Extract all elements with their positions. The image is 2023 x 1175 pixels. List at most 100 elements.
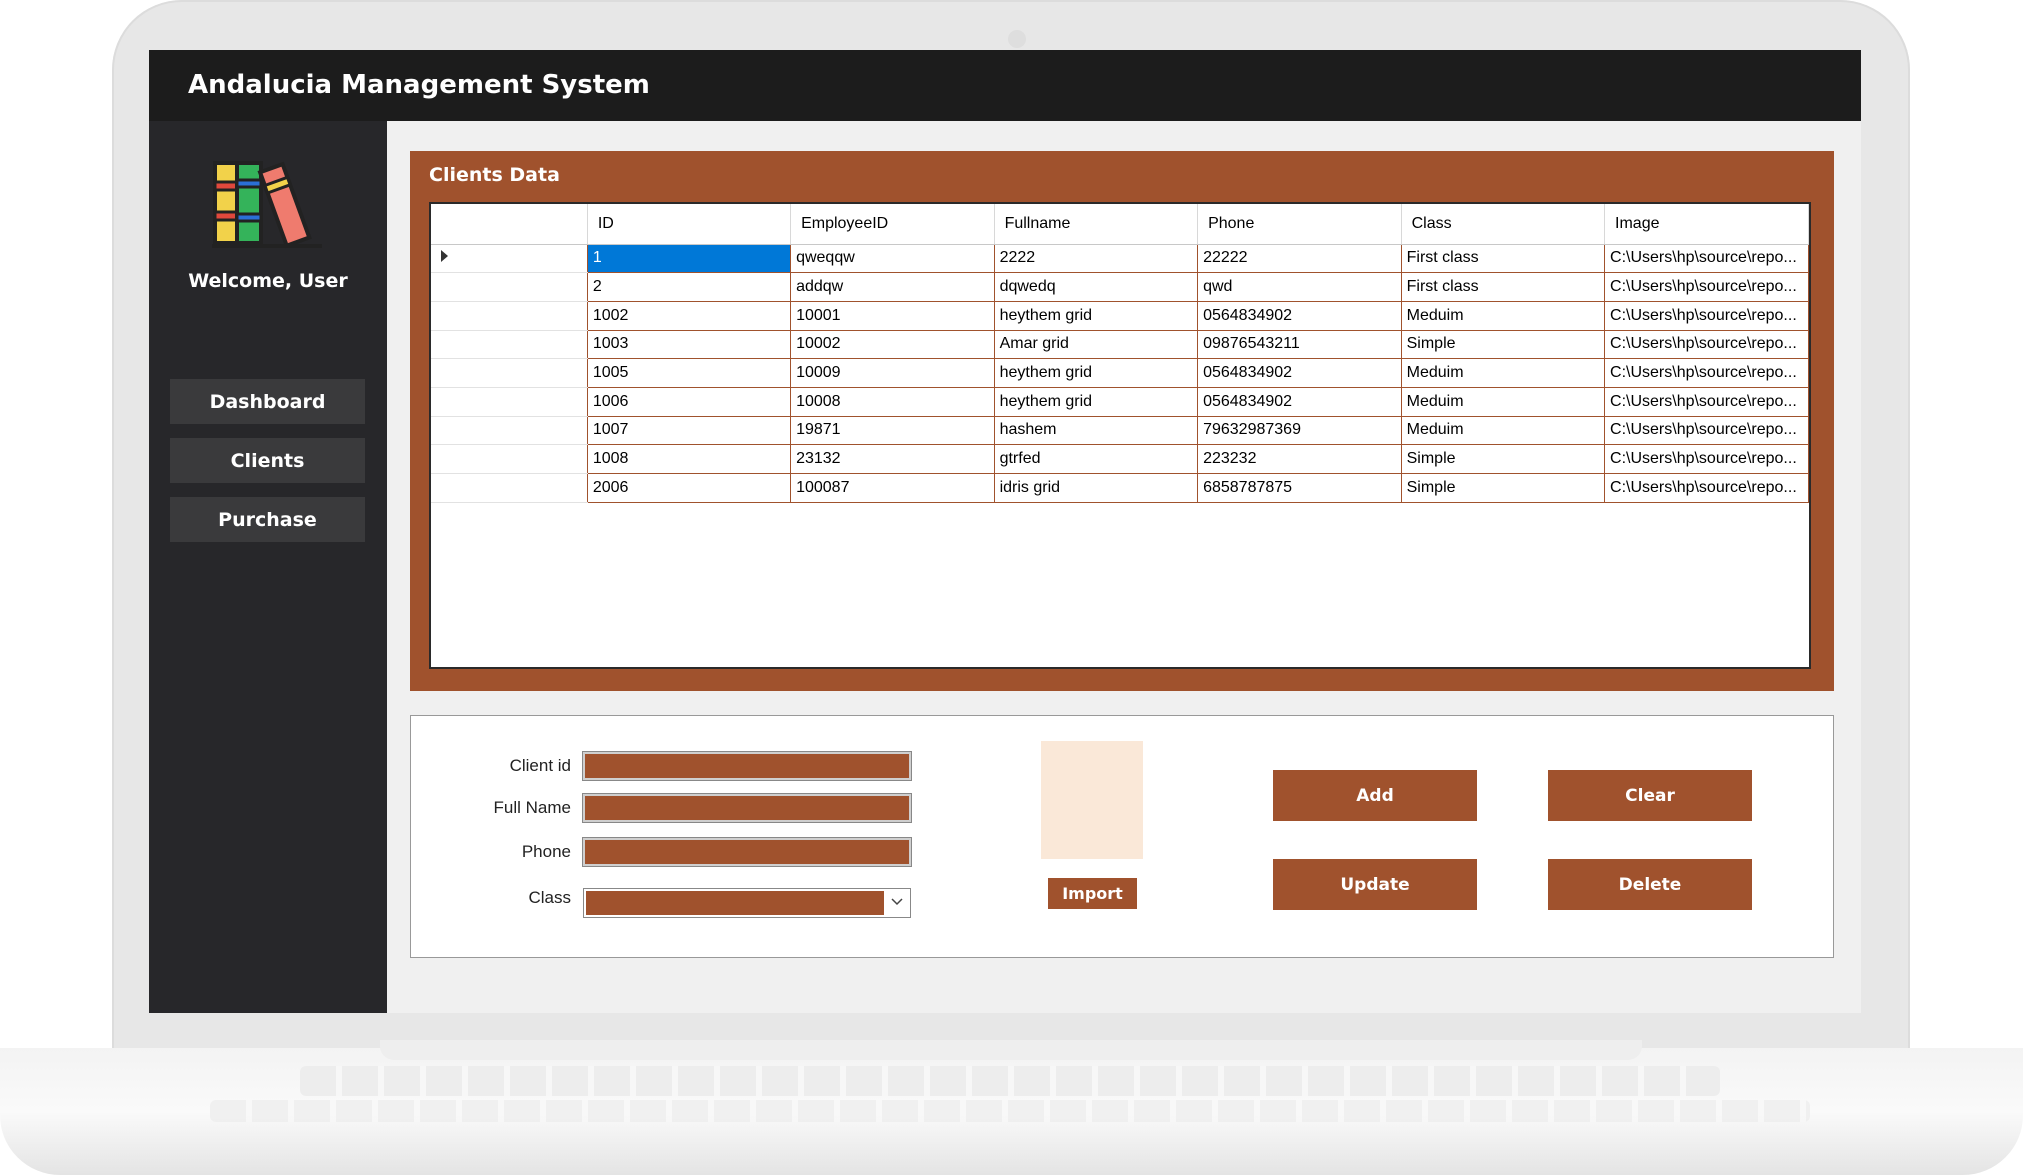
table-cell[interactable]: 10001 — [790, 300, 995, 331]
row-header[interactable] — [431, 473, 588, 503]
table-cell[interactable]: 10002 — [790, 329, 995, 360]
table-cell[interactable]: 19871 — [790, 415, 995, 446]
panel-title: Clients Data — [429, 164, 560, 186]
table-cell[interactable]: 10009 — [790, 358, 995, 388]
delete-button[interactable]: Delete — [1548, 859, 1752, 910]
table-row[interactable]: 1002 10001 heythem grid 0564834902 Meduim C:\… — [431, 300, 1809, 331]
table-header-row: ID EmployeeID Fullname Phone Class Image — [431, 204, 1809, 245]
row-header[interactable] — [431, 272, 588, 302]
row-header[interactable] — [431, 358, 588, 388]
table-cell[interactable]: qweqqw — [790, 243, 995, 274]
table-cell[interactable]: 0564834902 — [1197, 358, 1402, 388]
table-cell[interactable]: C:\Users\hp\source\repo... — [1604, 386, 1809, 417]
table-cell[interactable]: C:\Users\hp\source\repo... — [1604, 473, 1809, 503]
table-cell[interactable]: 0564834902 — [1197, 300, 1402, 331]
clients-grid[interactable]: ID EmployeeID Fullname Phone Class Image… — [429, 202, 1811, 669]
row-header[interactable] — [431, 301, 588, 331]
column-header[interactable]: ID — [587, 204, 792, 245]
table-cell[interactable]: 1003 — [586, 329, 792, 360]
sidebar: Welcome, User Dashboard Clients Purchase — [149, 121, 387, 1013]
clients-table: ID EmployeeID Fullname Phone Class Image… — [431, 204, 1809, 503]
table-cell[interactable]: Simple — [1400, 473, 1606, 503]
chevron-down-icon — [891, 898, 903, 906]
table-cell[interactable]: 100087 — [790, 473, 995, 503]
table-cell[interactable]: idris grid — [993, 473, 1199, 503]
table-cell[interactable]: C:\Users\hp\source\repo... — [1604, 272, 1809, 302]
table-cell[interactable]: addqw — [790, 272, 995, 302]
class-label: Class — [528, 888, 571, 907]
table-cell[interactable]: 23132 — [790, 444, 995, 474]
nav-clients-button[interactable]: Clients — [170, 438, 365, 483]
client-id-input[interactable] — [582, 751, 912, 781]
table-cell[interactable]: Meduim — [1400, 415, 1606, 446]
table-cell[interactable]: 10008 — [790, 386, 995, 417]
table-row[interactable]: 1 qweqqw 2222 22222 First class C:\Users\hp\s… — [431, 243, 1809, 274]
table-cell[interactable]: heythem grid — [993, 358, 1199, 388]
table-cell[interactable]: 1005 — [586, 358, 792, 388]
update-button[interactable]: Update — [1273, 859, 1477, 910]
table-row[interactable]: 1007 19871 hashem 79632987369 Meduim C:\Users… — [431, 415, 1809, 446]
table-cell[interactable]: 2 — [586, 272, 792, 302]
class-select[interactable] — [583, 888, 911, 918]
table-cell[interactable]: 1 — [586, 243, 792, 274]
row-header[interactable] — [431, 244, 588, 274]
nav-purchase-button[interactable]: Purchase — [170, 497, 365, 542]
welcome-text: Welcome, User — [188, 270, 348, 292]
table-cell[interactable]: C:\Users\hp\source\repo... — [1604, 444, 1809, 474]
table-cell[interactable]: dqwedq — [993, 272, 1199, 302]
row-header[interactable] — [431, 416, 588, 446]
column-header[interactable]: EmployeeID — [790, 204, 995, 245]
table-cell[interactable]: Simple — [1400, 444, 1606, 474]
table-cell[interactable]: C:\Users\hp\source\repo... — [1604, 415, 1809, 446]
table-cell[interactable]: C:\Users\hp\source\repo... — [1604, 243, 1809, 274]
row-header[interactable] — [431, 330, 588, 360]
table-cell[interactable]: gtrfed — [993, 444, 1199, 474]
books-icon — [212, 161, 322, 249]
table-cell[interactable]: Meduim — [1400, 358, 1606, 388]
add-button[interactable]: Add — [1273, 770, 1477, 821]
column-header[interactable]: Image — [1604, 204, 1809, 245]
column-header[interactable]: Fullname — [994, 204, 1199, 245]
column-header[interactable]: Phone — [1197, 204, 1402, 245]
clear-button[interactable]: Clear — [1548, 770, 1752, 821]
table-cell[interactable]: 79632987369 — [1197, 415, 1402, 446]
import-button[interactable]: Import — [1048, 878, 1137, 909]
table-cell[interactable]: 223232 — [1197, 444, 1402, 474]
table-cell[interactable]: Simple — [1400, 329, 1606, 360]
table-cell[interactable]: heythem grid — [993, 300, 1199, 331]
table-cell[interactable]: qwd — [1197, 272, 1402, 302]
table-cell[interactable]: Meduim — [1400, 300, 1606, 331]
phone-input[interactable] — [582, 837, 912, 867]
table-cell[interactable]: 09876543211 — [1197, 329, 1402, 360]
table-cell[interactable]: hashem — [993, 415, 1199, 446]
table-cell[interactable]: 1007 — [586, 415, 792, 446]
full-name-input[interactable] — [582, 793, 912, 823]
table-cell[interactable]: C:\Users\hp\source\repo... — [1604, 358, 1809, 388]
table-cell[interactable]: C:\Users\hp\source\repo... — [1604, 329, 1809, 360]
table-cell[interactable]: 1008 — [586, 444, 792, 474]
table-cell[interactable]: 1002 — [586, 300, 792, 331]
table-cell[interactable]: 6858787875 — [1197, 473, 1402, 503]
table-cell[interactable]: C:\Users\hp\source\repo... — [1604, 300, 1809, 331]
table-row[interactable]: 1006 10008 heythem grid 0564834902 Meduim C:\… — [431, 386, 1809, 417]
table-cell[interactable]: First class — [1400, 243, 1606, 274]
table-cell[interactable]: 2006 — [586, 473, 792, 503]
table-cell[interactable]: 2222 — [993, 243, 1199, 274]
table-cell[interactable]: 0564834902 — [1197, 386, 1402, 417]
table-row[interactable]: 1008 23132 gtrfed 223232 Simple C:\Users\hp\s… — [431, 444, 1809, 474]
table-row[interactable]: 1003 10002 Amar grid 09876543211 Simple C:\Us… — [431, 329, 1809, 360]
table-cell[interactable]: Amar grid — [993, 329, 1199, 360]
nav-dashboard-button[interactable]: Dashboard — [170, 379, 365, 424]
column-header[interactable]: Class — [1401, 204, 1606, 245]
table-row[interactable]: 1005 10009 heythem grid 0564834902 Meduim C:\… — [431, 358, 1809, 388]
table-cell[interactable]: heythem grid — [993, 386, 1199, 417]
table-cell[interactable]: 22222 — [1197, 243, 1402, 274]
table-cell[interactable]: Meduim — [1400, 386, 1606, 417]
laptop-keyboard-lower — [210, 1100, 1810, 1122]
table-row[interactable]: 2006 100087 idris grid 6858787875 Simple C:\U… — [431, 473, 1809, 503]
row-header[interactable] — [431, 387, 588, 417]
table-cell[interactable]: First class — [1400, 272, 1606, 302]
table-row[interactable]: 2 addqw dqwedq qwd First class C:\Users\hp\so… — [431, 272, 1809, 302]
table-cell[interactable]: 1006 — [586, 386, 792, 417]
row-header[interactable] — [431, 444, 588, 474]
